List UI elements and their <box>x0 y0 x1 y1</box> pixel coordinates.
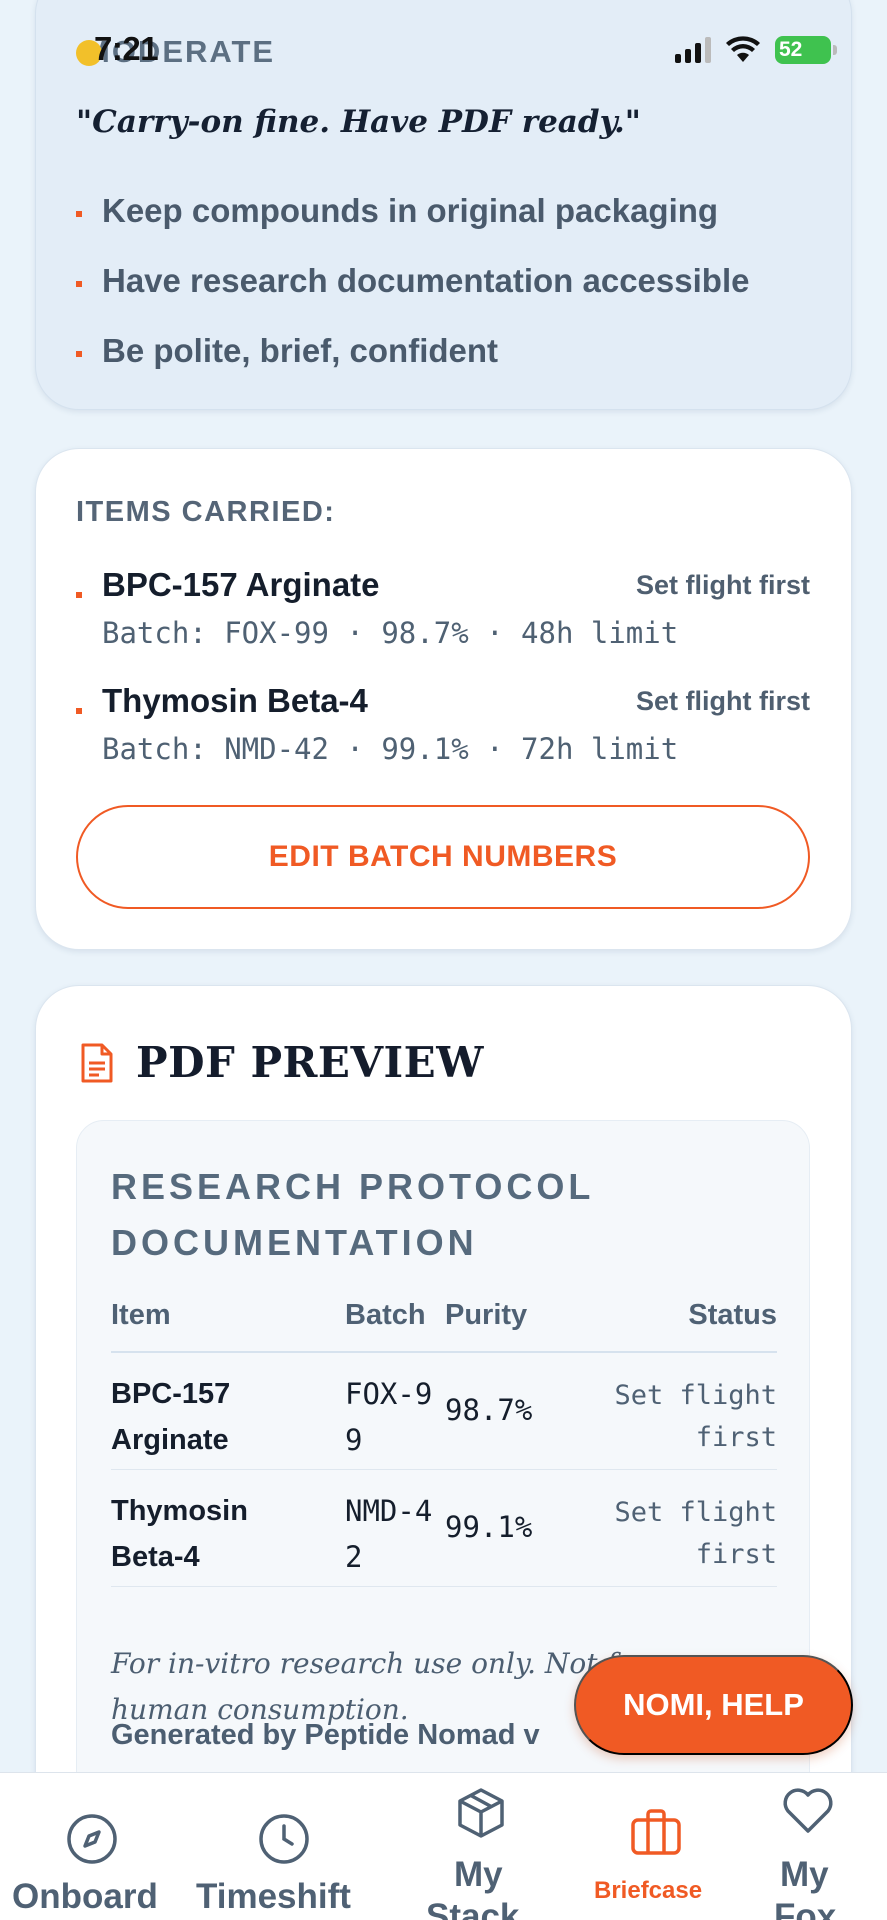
nav-item-timeshift[interactable]: Timeshift <box>182 1773 382 1920</box>
item-meta: Batch: FOX-99 · 98.7% · 48h limit <box>102 616 679 650</box>
items-carried-heading: ITEMS CARRIED: <box>76 496 336 528</box>
cell-item: BPC-157 Arginate <box>111 1378 231 1456</box>
bottom-nav: Onboard Timeshift My Stack Briefcase My … <box>0 1772 887 1920</box>
battery-icon: 52 <box>775 36 837 64</box>
cell-batch: NMD-42 <box>345 1494 433 1574</box>
cell-item: Thymosin Beta-4 <box>111 1495 248 1573</box>
table-row: BPC-157 Arginate FOX-99 98.7% Set flight… <box>111 1353 777 1470</box>
nav-item-my-fox[interactable]: My Fox <box>750 1773 887 1920</box>
nav-item-onboard[interactable]: Onboard <box>0 1773 182 1920</box>
column-header-purity: Purity <box>445 1299 528 1331</box>
compass-icon <box>67 1814 117 1864</box>
nav-label: My <box>454 1855 503 1894</box>
item-meta: Batch: NMD-42 · 99.1% · 72h limit <box>102 732 679 766</box>
nav-label: Timeshift <box>196 1877 351 1916</box>
advice-quote: "Carry-on fine. Have PDF ready." <box>76 104 641 140</box>
nav-label: Briefcase <box>594 1877 703 1904</box>
item-status: Set flight first <box>636 570 810 600</box>
list-item: Be polite, brief, confident <box>76 316 749 386</box>
nav-label: Fox <box>774 1897 837 1920</box>
bullet-icon <box>76 281 82 287</box>
status-bar: 7:21 52 <box>0 0 887 100</box>
edit-batch-numbers-button[interactable]: EDIT BATCH NUMBERS <box>76 805 810 909</box>
nav-item-my-stack[interactable]: My Stack <box>410 1773 550 1920</box>
cell-batch: FOX-99 <box>345 1377 433 1457</box>
pdf-preview-header: PDF PREVIEW <box>80 1038 484 1087</box>
column-header-status: Status <box>688 1299 777 1331</box>
status-time: 7:21 <box>94 30 159 67</box>
cell-purity: 99.1% <box>445 1510 533 1544</box>
bullet-icon <box>76 708 82 714</box>
list-item: Keep compounds in original packaging <box>76 176 749 246</box>
item-name: BPC-157 Arginate <box>102 566 380 603</box>
nav-item-briefcase[interactable]: Briefcase <box>580 1773 730 1920</box>
bullet-icon <box>76 351 82 357</box>
cellular-signal-icon <box>675 37 711 63</box>
cell-status: Set flight first <box>614 1497 777 1570</box>
wifi-icon <box>726 36 760 62</box>
generated-by-text: Generated by Peptide Nomad v <box>111 1719 540 1751</box>
briefcase-icon <box>631 1809 681 1855</box>
clock-icon <box>259 1814 309 1864</box>
bullet-icon <box>76 592 82 598</box>
nav-label: Onboard <box>12 1877 158 1916</box>
item-status: Set flight first <box>636 686 810 716</box>
list-item-text: Keep compounds in original packaging <box>102 192 719 229</box>
column-header-batch: Batch <box>345 1299 426 1331</box>
nav-label: Stack <box>426 1897 520 1920</box>
cell-status: Set flight first <box>614 1380 777 1453</box>
box-icon <box>458 1788 504 1838</box>
list-item-text: Be polite, brief, confident <box>102 332 499 369</box>
table-header: Item Batch Purity Status <box>111 1293 777 1353</box>
pdf-preview-title: PDF PREVIEW <box>136 1038 484 1087</box>
document-title: RESEARCH PROTOCOL DOCUMENTATION <box>111 1166 594 1263</box>
document-icon <box>81 1043 113 1082</box>
list-item-text: Have research documentation accessible <box>102 262 750 299</box>
cell-purity: 98.7% <box>445 1393 533 1427</box>
protocol-table: Item Batch Purity Status BPC-157 Arginat… <box>111 1293 777 1587</box>
column-header-item: Item <box>111 1299 171 1331</box>
table-row: Thymosin Beta-4 NMD-42 99.1% Set flight … <box>111 1470 777 1587</box>
bullet-icon <box>76 211 82 217</box>
nav-label: My <box>780 1855 829 1894</box>
nomi-help-button[interactable]: NOMI, HELP <box>574 1655 853 1755</box>
status-icons: 52 <box>675 36 837 64</box>
heart-icon <box>783 1788 833 1833</box>
list-item: Have research documentation accessible <box>76 246 749 316</box>
advice-list: Keep compounds in original packaging Hav… <box>76 176 749 386</box>
battery-level: 52 <box>779 38 803 61</box>
item-name: Thymosin Beta-4 <box>102 682 368 719</box>
